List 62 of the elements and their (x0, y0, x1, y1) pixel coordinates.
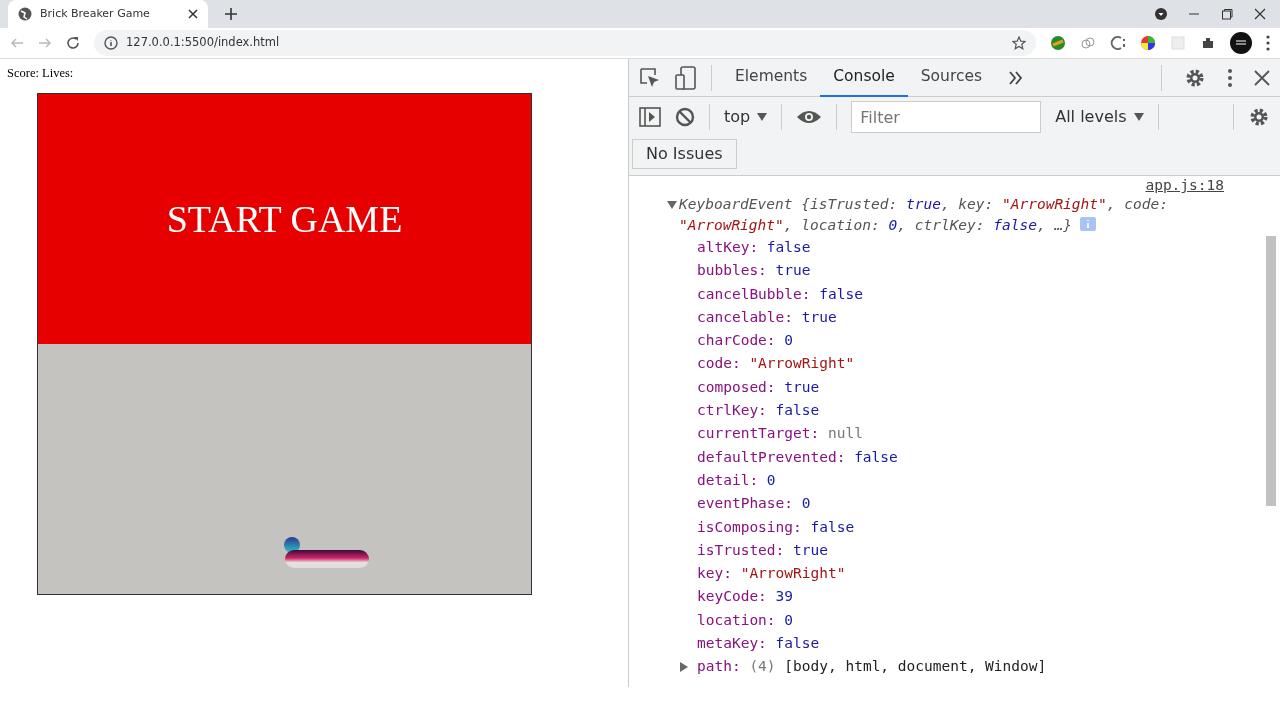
more-tabs-icon[interactable] (1009, 70, 1024, 85)
property-row-text: bubbles: true (696, 261, 812, 281)
property-row-text: altKey: false (696, 238, 812, 257)
context-dropdown[interactable]: top (724, 105, 768, 129)
eye-icon[interactable] (796, 109, 823, 125)
expand-triangle-icon[interactable] (667, 201, 677, 209)
property-row-text: detail: 0 (696, 470, 777, 490)
issues-button[interactable]: No Issues (632, 139, 737, 169)
property-row-text: isTrusted: true (696, 540, 829, 560)
start-game-text[interactable]: START GAME (166, 190, 403, 248)
browser-tab[interactable]: Brick Breaker Game (8, 0, 208, 28)
star-icon[interactable] (1012, 36, 1026, 50)
close-icon[interactable] (1254, 8, 1266, 20)
property-row-text: composed: true (696, 377, 821, 397)
property-row-text: eventPhase: 0 (696, 494, 812, 514)
rings-icon[interactable] (1080, 35, 1096, 51)
devtools-tab[interactable]: Sources (907, 58, 996, 97)
clear-console-icon[interactable] (675, 107, 695, 127)
property-row-text: code: "ArrowRight" (696, 354, 856, 374)
c-extension-icon[interactable] (1110, 35, 1126, 51)
property-row-text: key: "ArrowRight" (696, 564, 847, 584)
device-icon[interactable] (675, 65, 697, 90)
property-row-text: currentTarget: null (696, 424, 864, 444)
inspect-icon[interactable] (639, 66, 661, 89)
filter-field[interactable]: Filter (851, 101, 1042, 133)
globe-extension-icon[interactable] (1050, 35, 1066, 51)
reload-icon[interactable] (66, 36, 80, 50)
devtools-tab[interactable]: Elements (722, 58, 821, 97)
new-tab-icon[interactable] (224, 7, 238, 21)
info-icon[interactable] (104, 36, 118, 50)
menu-icon[interactable] (1266, 35, 1270, 51)
close-icon[interactable] (1254, 69, 1270, 86)
tab-title: Brick Breaker Game (40, 5, 151, 22)
restore-icon[interactable] (1221, 8, 1233, 20)
caret-icon (757, 113, 768, 121)
globe-icon (18, 7, 32, 21)
property-row-text: isComposing: false (696, 517, 856, 537)
settings-icon[interactable] (1248, 106, 1270, 128)
sidebar-toggle-icon[interactable] (639, 107, 661, 127)
menu-icon[interactable] (1228, 67, 1232, 88)
profile-menu-icon[interactable] (1155, 8, 1167, 20)
caret-icon (1133, 113, 1144, 121)
property-row[interactable]: path: (4) [body, html, document, Window] (679, 655, 1224, 679)
source-link[interactable]: app.js:18 (679, 176, 1224, 194)
property-row-text: keyCode: 39 (696, 587, 795, 607)
close-icon[interactable] (188, 9, 198, 19)
property-row-text: metaKey: false (696, 634, 821, 654)
url-text: 127.0.0.1:5500/index.html (126, 34, 281, 52)
score-lives-text: Score: Lives: (7, 66, 74, 80)
avatar-icon[interactable] (1230, 32, 1252, 54)
ball-drawing (283, 536, 301, 554)
address-bar[interactable]: 127.0.0.1:5500/index.html (94, 30, 1036, 56)
levels-dropdown[interactable]: All levels (1055, 105, 1144, 129)
color-wheel-icon[interactable] (1140, 35, 1156, 51)
log-summary[interactable]: KeyboardEvent {isTrusted: true, key: "ArrowRight", code: "ArrowRight", location: 0, ctrlKey: false, …} (679, 194, 1224, 236)
property-row-text: cancelBubble: false (696, 284, 864, 304)
property-row-text: defaultPrevented: false (696, 447, 899, 467)
property-row-text: ctrlKey: false (696, 401, 821, 421)
game-canvas[interactable]: START GAME (37, 93, 532, 595)
property-row-text: cancelable: true (696, 307, 838, 327)
property-row-text: location: 0 (696, 610, 795, 630)
property-row-text: charCode: 0 (696, 331, 795, 351)
